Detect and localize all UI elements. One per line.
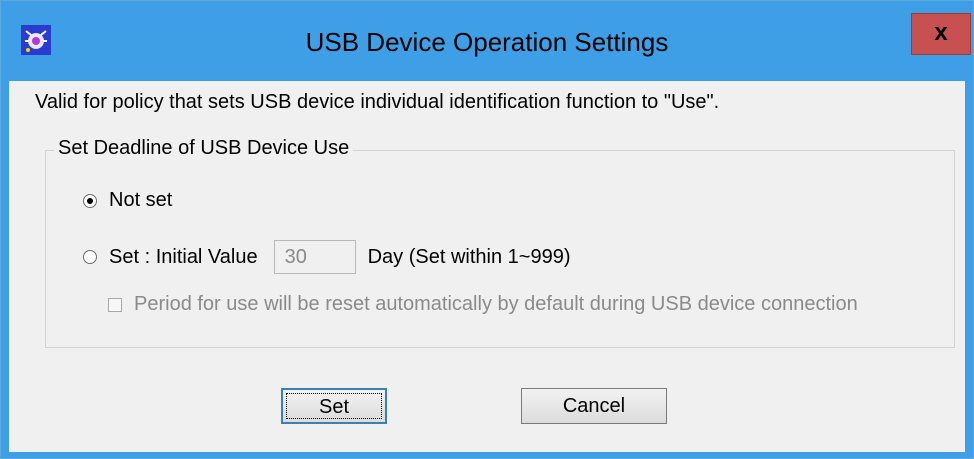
radio-not-set[interactable]: Not set [83, 189, 172, 212]
reset-period-checkbox[interactable] [108, 297, 122, 312]
radio-set-initial[interactable]: Set : Initial Value 30 Day (Set within 1… [83, 240, 571, 274]
reset-period-label: Period for use will be reset automatical… [134, 293, 858, 315]
dialog-body: Valid for policy that sets USB device in… [9, 81, 965, 452]
title-bar[interactable]: USB Device Operation Settings x [1, 1, 973, 81]
deadline-groupbox: Set Deadline of USB Device Use Not set S… [45, 137, 955, 348]
cancel-button[interactable]: Cancel [521, 388, 667, 424]
radio-button-icon[interactable] [83, 250, 97, 264]
cancel-button-label: Cancel [562, 395, 626, 417]
description-text: Valid for policy that sets USB device in… [35, 91, 720, 113]
day-range-label: Day (Set within 1~999) [367, 245, 571, 268]
radio-button-icon[interactable] [83, 193, 97, 208]
initial-value-field[interactable]: 30 [273, 240, 356, 274]
set-button[interactable]: Set [281, 388, 387, 424]
window-title: USB Device Operation Settings [305, 27, 669, 57]
focus-rect [286, 393, 382, 419]
dialog-window: USB Device Operation Settings x Valid fo… [0, 0, 974, 459]
close-button[interactable]: x [911, 13, 971, 55]
radio-set-label: Set : Initial Value [109, 245, 258, 268]
groupbox-title: Set Deadline of USB Device Use [54, 137, 354, 160]
reset-period-checkbox-row[interactable]: Period for use will be reset automatical… [108, 293, 858, 316]
radio-not-set-label: Not set [109, 189, 173, 211]
